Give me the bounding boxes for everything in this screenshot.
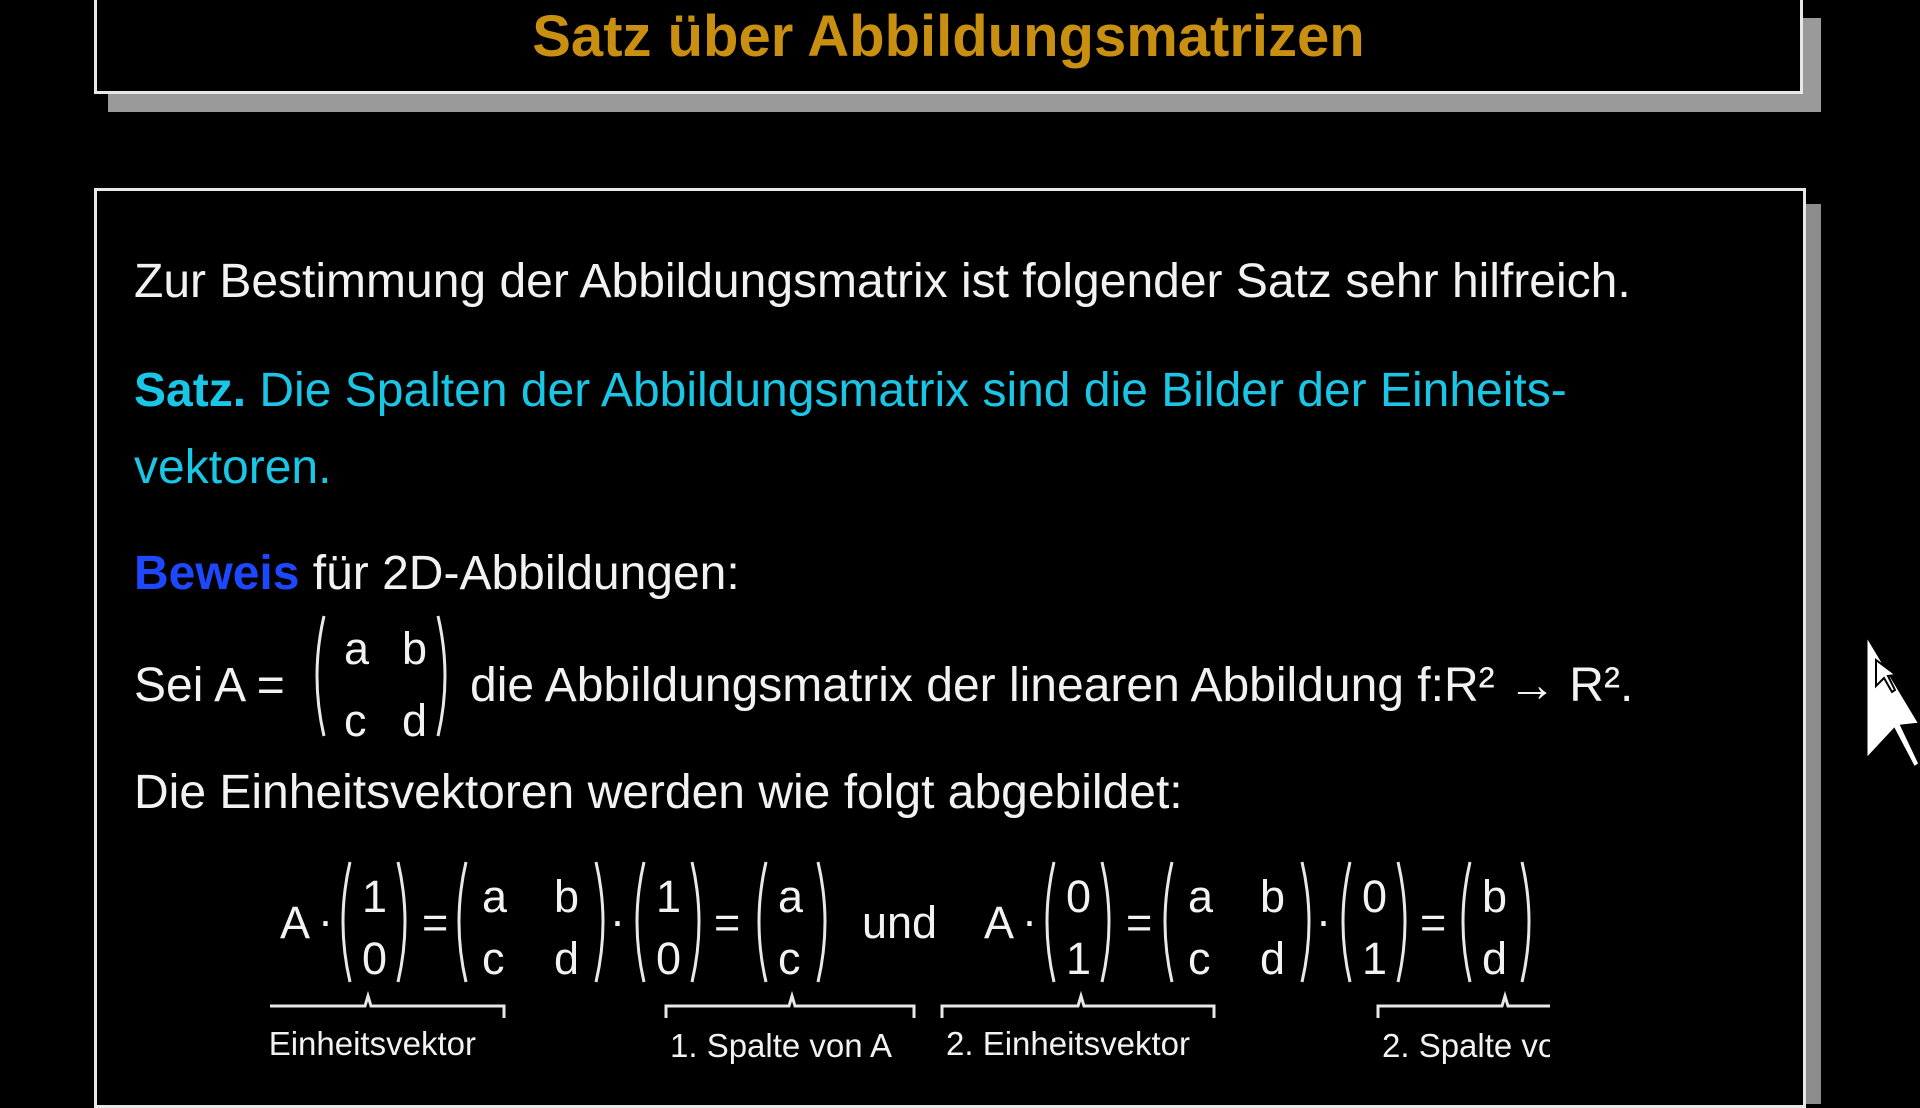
title-box: Satz über Abbildungsmatrizen <box>94 0 1803 94</box>
brace-col2 <box>1376 990 1550 1018</box>
label-e1: 1. Einheitsvektor <box>270 1025 476 1062</box>
eq1-vec2-left-bracket <box>635 861 646 983</box>
eq1-equals-2: = <box>714 897 740 948</box>
eq2-matrix-c: c <box>1188 933 1211 984</box>
definition-matrix: a b c d <box>315 615 447 742</box>
eq1-equals-1: = <box>422 897 448 948</box>
label-col2: 2. Spalte von A <box>1382 1027 1550 1064</box>
eq1-dot-1: · <box>318 895 333 946</box>
eq1-result-right-bracket <box>816 861 827 983</box>
equation-und: und <box>862 897 937 948</box>
mapping-equation: A · 1 0 = a b c d · 1 0 = a c und A · 0 … <box>270 861 1550 1064</box>
eq1-matrix-right-bracket <box>594 861 605 983</box>
eq2-vec2-top: 0 <box>1362 871 1387 922</box>
matrix-cell-b: b <box>402 623 427 674</box>
eq2-dot-1: · <box>1022 895 1037 946</box>
eq1-matrix-d: d <box>554 933 579 984</box>
matrix-cell-d: d <box>402 695 427 742</box>
matrix-right-bracket <box>436 615 447 737</box>
intro-text: Zur Bestimmung der Abbildungsmatrix ist … <box>134 255 1631 308</box>
eq1-vec-left-bracket <box>341 861 352 983</box>
eq1-A: A <box>280 897 310 948</box>
eq2-result-right-bracket <box>1520 861 1531 983</box>
matrix-left-bracket <box>315 615 326 737</box>
eq1-vec-top: 1 <box>362 871 387 922</box>
eq2-matrix-right-bracket <box>1300 861 1311 983</box>
eq2-dot-2: · <box>1316 895 1331 946</box>
eq2-A: A <box>984 897 1014 948</box>
definition-suffix: die Abbildungsmatrix der linearen Abbild… <box>470 659 1634 712</box>
eq2-vec2-left-bracket <box>1341 861 1352 983</box>
eq2-result-left-bracket <box>1461 861 1472 983</box>
eq1-vec-bottom: 0 <box>362 933 387 984</box>
eq2-vec2-bottom: 1 <box>1362 933 1387 984</box>
brace-e2 <box>940 990 1216 1018</box>
eq2-result-top: b <box>1482 871 1507 922</box>
eq2-vec-right-bracket <box>1100 861 1111 983</box>
mapping-intro: Die Einheitsvektoren werden wie folgt ab… <box>134 766 1183 819</box>
brace-e1 <box>270 990 506 1018</box>
eq2-vec-left-bracket <box>1045 861 1056 983</box>
eq1-dot-2: · <box>610 895 625 946</box>
eq1-matrix-left-bracket <box>457 861 468 983</box>
eq2-matrix-d: d <box>1260 933 1285 984</box>
eq1-result-left-bracket <box>757 861 768 983</box>
eq1-result-top: a <box>778 871 804 922</box>
eq2-vec2-right-bracket <box>1396 861 1407 983</box>
theorem-line-1: Satz. Die Spalten der Abbildungsmatrix s… <box>134 363 1567 418</box>
eq1-vec2-top: 1 <box>656 871 681 922</box>
eq1-vec2-right-bracket <box>690 861 701 983</box>
proof-label: Beweis <box>134 547 300 600</box>
eq2-equals-1: = <box>1126 897 1152 948</box>
eq2-matrix-a: a <box>1188 871 1214 922</box>
eq1-vec2-bottom: 0 <box>656 933 681 984</box>
eq2-vec-top: 0 <box>1066 871 1091 922</box>
theorem-label: Satz. <box>134 364 247 417</box>
proof-heading-text: für 2D-Abbildungen: <box>299 547 740 600</box>
theorem-line-2: vektoren. <box>134 441 332 494</box>
label-e2: 2. Einheitsvektor <box>946 1025 1190 1062</box>
eq1-matrix-b: b <box>554 871 579 922</box>
label-col1: 1. Spalte von A <box>670 1027 892 1064</box>
brace-col1 <box>664 990 916 1018</box>
eq2-matrix-b: b <box>1260 871 1285 922</box>
matrix-cell-a: a <box>344 623 370 674</box>
eq2-equals-2: = <box>1420 897 1446 948</box>
slide-title: Satz über Abbildungsmatrizen <box>532 4 1365 69</box>
definition-prefix: Sei A = <box>134 659 285 712</box>
matrix-cell-c: c <box>344 695 367 742</box>
eq1-result-bottom: c <box>778 933 801 984</box>
eq2-vec-bottom: 1 <box>1066 933 1091 984</box>
eq1-vec-right-bracket <box>396 861 407 983</box>
eq2-matrix-left-bracket <box>1163 861 1174 983</box>
theorem-text-1: Die Spalten der Abbildungsmatrix sind di… <box>246 364 1567 417</box>
eq1-matrix-c: c <box>482 933 505 984</box>
eq2-result-bottom: d <box>1482 933 1507 984</box>
proof-heading: Beweis für 2D-Abbildungen: <box>134 546 740 601</box>
mouse-pointer-icon <box>1864 630 1920 770</box>
eq1-matrix-a: a <box>482 871 508 922</box>
